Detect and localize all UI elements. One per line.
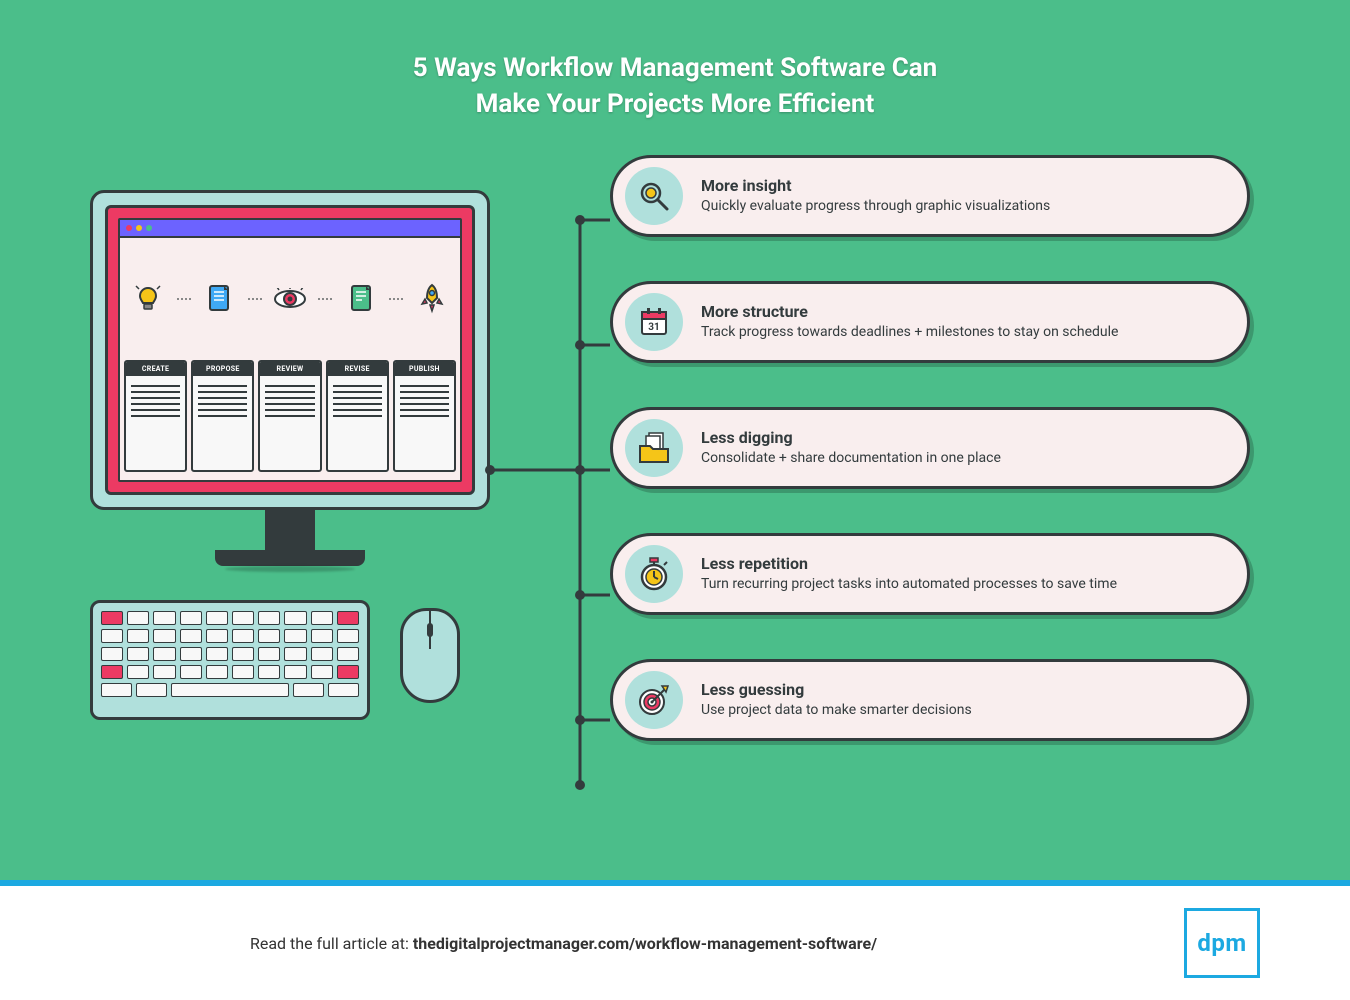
screen: CREATE PROPOSE REVIEW REVISE PUBLISH [118, 218, 462, 482]
benefit-heading: Less digging [701, 428, 1225, 447]
peripherals [90, 600, 490, 720]
workflow-card: PROPOSE [191, 360, 254, 472]
benefit-item: 31 More structure Track progress towards … [610, 281, 1250, 363]
mouse [400, 608, 460, 703]
monitor-stand-base [215, 550, 365, 566]
target-icon [625, 671, 683, 729]
footer-read-more: Read the full article at: thedigitalproj… [250, 934, 877, 953]
card-label: PUBLISH [395, 362, 454, 376]
traffic-green-icon [146, 225, 152, 231]
brand-logo-text: dpm [1197, 929, 1246, 957]
monitor-frame: CREATE PROPOSE REVIEW REVISE PUBLISH [105, 205, 475, 495]
page-title: 5 Ways Workflow Management Software Can … [0, 50, 1350, 123]
svg-text:31: 31 [648, 322, 659, 333]
stopwatch-icon [625, 545, 683, 603]
card-label: CREATE [126, 362, 185, 376]
benefit-heading: Less repetition [701, 554, 1225, 573]
card-label: REVISE [328, 362, 387, 376]
title-line-1: 5 Ways Workflow Management Software Can [0, 50, 1350, 86]
benefit-body: Track progress towards deadlines + miles… [701, 323, 1225, 341]
monitor-stand-neck [265, 510, 315, 550]
workflow-icon-row [120, 238, 460, 360]
benefit-body: Consolidate + share documentation in one… [701, 449, 1225, 467]
folder-files-icon [625, 419, 683, 477]
benefit-heading: Less guessing [701, 680, 1225, 699]
magnifier-icon [625, 167, 683, 225]
footer: Read the full article at: thedigitalproj… [0, 886, 1350, 1000]
title-line-2: Make Your Projects More Efficient [0, 86, 1350, 122]
hero-section: 5 Ways Workflow Management Software Can … [0, 0, 1350, 880]
infographic-canvas: 5 Ways Workflow Management Software Can … [0, 0, 1350, 1000]
computer-illustration: CREATE PROPOSE REVIEW REVISE PUBLISH [90, 190, 490, 566]
keyboard [90, 600, 370, 720]
benefit-body: Quickly evaluate progress through graphi… [701, 197, 1225, 215]
traffic-red-icon [126, 225, 132, 231]
workflow-cards: CREATE PROPOSE REVIEW REVISE PUBLISH [120, 360, 460, 480]
benefit-heading: More insight [701, 176, 1225, 195]
benefit-item: Less repetition Turn recurring project ta… [610, 533, 1250, 615]
workflow-card: PUBLISH [393, 360, 456, 472]
lightbulb-icon [130, 281, 166, 317]
window-titlebar [120, 220, 460, 238]
benefits-list: More insight Quickly evaluate progress th… [610, 155, 1250, 741]
benefit-heading: More structure [701, 302, 1225, 321]
benefit-item: More insight Quickly evaluate progress th… [610, 155, 1250, 237]
footer-url: thedigitalprojectmanager.com/workflow-ma… [413, 934, 877, 953]
card-label: REVIEW [260, 362, 319, 376]
benefit-body: Turn recurring project tasks into automa… [701, 575, 1225, 593]
rocket-icon [414, 281, 450, 317]
benefit-item: Less digging Consolidate + share document… [610, 407, 1250, 489]
workflow-card: REVISE [326, 360, 389, 472]
calendar-icon: 31 [625, 293, 683, 351]
connector-tree [490, 180, 610, 800]
card-label: PROPOSE [193, 362, 252, 376]
workflow-card: CREATE [124, 360, 187, 472]
eye-icon [272, 281, 308, 317]
monitor: CREATE PROPOSE REVIEW REVISE PUBLISH [90, 190, 490, 510]
footer-label: Read the full article at: [250, 934, 413, 953]
benefit-item: Less guessing Use project data to make sm… [610, 659, 1250, 741]
document-check-icon [343, 281, 379, 317]
benefit-body: Use project data to make smarter decisio… [701, 701, 1225, 719]
traffic-yellow-icon [136, 225, 142, 231]
document-icon [201, 281, 237, 317]
brand-logo: dpm [1184, 908, 1260, 978]
workflow-card: REVIEW [258, 360, 321, 472]
